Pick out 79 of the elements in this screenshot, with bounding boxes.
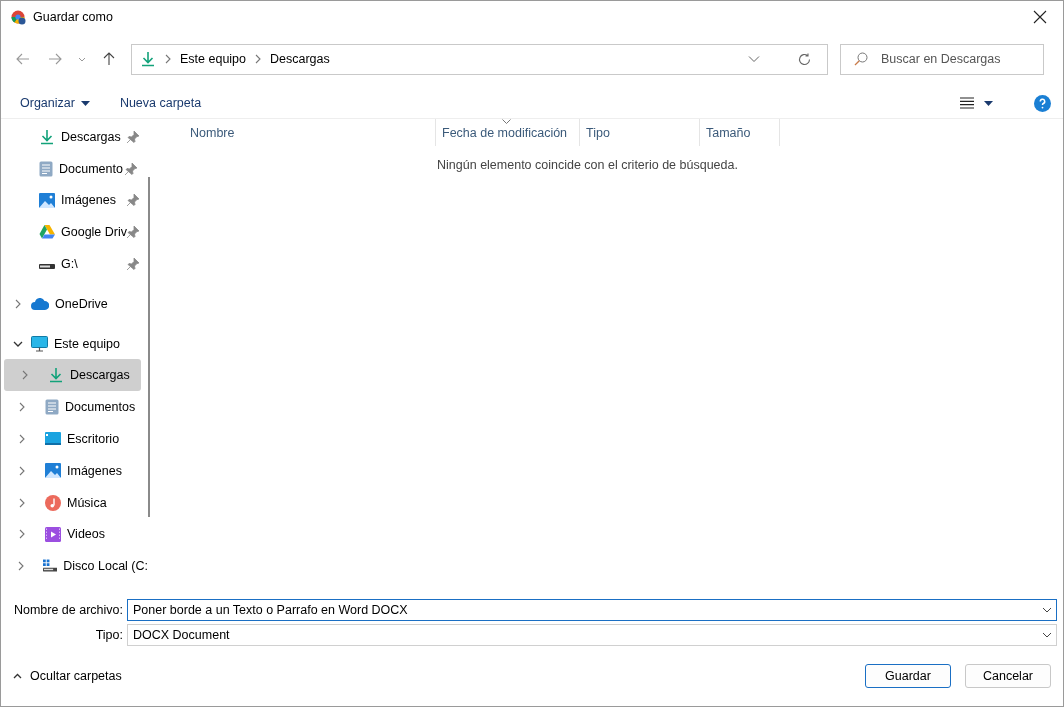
column-header[interactable]: Tipo <box>580 119 700 146</box>
cloud-icon <box>31 297 49 310</box>
back-arrow-icon[interactable] <box>16 53 30 65</box>
refresh-icon[interactable] <box>798 52 811 66</box>
caret-icon[interactable] <box>983 100 993 106</box>
sidebar-item[interactable]: Google Driv <box>1 216 148 249</box>
type-label: Tipo: <box>94 628 124 642</box>
sidebar-item[interactable]: Música <box>1 486 148 519</box>
chevron-up-icon[interactable] <box>13 673 22 679</box>
window-title: Guardar como <box>33 10 114 24</box>
organize-button[interactable]: Organizar <box>10 92 100 114</box>
column-header[interactable]: Nombre <box>184 119 436 146</box>
pin-icon[interactable] <box>127 130 139 143</box>
app-icon <box>11 9 26 25</box>
document-icon <box>39 160 53 177</box>
music-note-icon <box>45 494 61 511</box>
sidebar-item[interactable]: Descargas <box>4 359 141 392</box>
breadcrumb[interactable]: Descargas <box>270 52 330 66</box>
sidebar-item[interactable]: Escritorio <box>1 423 148 455</box>
forward-arrow-icon[interactable] <box>48 53 62 65</box>
download-icon <box>48 367 64 384</box>
list-view-icon[interactable] <box>959 97 974 109</box>
pin-icon[interactable] <box>127 258 139 271</box>
pin-icon[interactable] <box>127 194 139 207</box>
sidebar-item[interactable]: G:\ <box>1 248 148 280</box>
filename-field[interactable]: Poner borde a un Texto o Parrafo en Word DOCX <box>127 599 1057 621</box>
sidebar-item[interactable]: Este equipo <box>1 327 148 360</box>
picture-icon <box>45 463 61 479</box>
up-arrow-icon[interactable] <box>103 52 115 66</box>
column-header[interactable]: Fecha de modificación <box>436 119 580 146</box>
close-icon[interactable] <box>1033 10 1047 24</box>
pin-icon[interactable] <box>125 162 137 175</box>
sidebar-item[interactable]: Videos <box>1 518 148 551</box>
search-field[interactable]: Buscar en Descargas <box>840 43 1044 75</box>
sort-caret-icon <box>502 119 511 124</box>
sidebar-item[interactable]: Disco Local (C: <box>1 550 148 583</box>
drive-triangle-icon <box>39 225 55 240</box>
chevron-down-icon[interactable] <box>1042 632 1052 638</box>
sidebar-item[interactable]: Imágenes <box>1 454 148 487</box>
download-icon <box>140 51 156 67</box>
caret-icon[interactable] <box>80 100 90 106</box>
column-header[interactable]: Tamaño <box>700 119 780 146</box>
sidebar-item[interactable]: Descargas <box>1 121 148 153</box>
type-dropdown[interactable]: DOCX Document <box>127 624 1057 646</box>
desktop-icon <box>45 431 61 446</box>
chevron-right-icon[interactable] <box>18 433 26 444</box>
disk-icon <box>42 559 58 574</box>
sidebar-item[interactable]: Imágenes <box>1 184 148 217</box>
chevron-right-icon[interactable] <box>254 54 263 64</box>
chevron-right-icon[interactable] <box>21 370 29 381</box>
sidebar-item[interactable]: Documentos <box>1 391 148 424</box>
scrollbar[interactable] <box>148 177 150 517</box>
cancel-button[interactable]: Cancelar <box>965 664 1051 688</box>
picture-icon <box>39 193 55 208</box>
chevron-right-icon[interactable] <box>18 529 26 540</box>
video-icon <box>45 526 61 542</box>
new-folder-button[interactable]: Nueva carpeta <box>109 92 212 114</box>
chevron-right-icon[interactable] <box>14 298 22 309</box>
hide-folders-button[interactable]: Ocultar carpetas <box>11 667 124 685</box>
save-button[interactable]: Guardar <box>865 664 951 688</box>
chevron-right-icon[interactable] <box>18 465 26 476</box>
download-icon <box>39 128 55 145</box>
breadcrumb[interactable]: Este equipo <box>180 52 247 66</box>
empty-message: Ningún elemento coincide con el criterio de búsqueda. <box>436 158 739 172</box>
filename-label: Nombre de archivo: <box>12 603 124 617</box>
chevron-right-icon[interactable] <box>17 561 26 572</box>
chevron-right-icon[interactable] <box>164 54 172 64</box>
help-icon[interactable] <box>1034 94 1051 112</box>
chevron-right-icon[interactable] <box>18 497 26 508</box>
document-icon <box>45 399 59 416</box>
chevron-down-icon[interactable] <box>1042 607 1052 613</box>
sidebar-item[interactable]: OneDrive <box>1 287 148 320</box>
search-icon <box>854 51 868 66</box>
monitor-icon <box>31 335 48 352</box>
address-bar[interactable]: Este equipo Descargas <box>131 43 828 75</box>
pin-icon[interactable] <box>127 226 139 239</box>
sidebar-item[interactable]: Documento <box>1 152 148 185</box>
chevron-right-icon[interactable] <box>18 402 26 413</box>
chevron-down-icon[interactable] <box>13 339 23 348</box>
